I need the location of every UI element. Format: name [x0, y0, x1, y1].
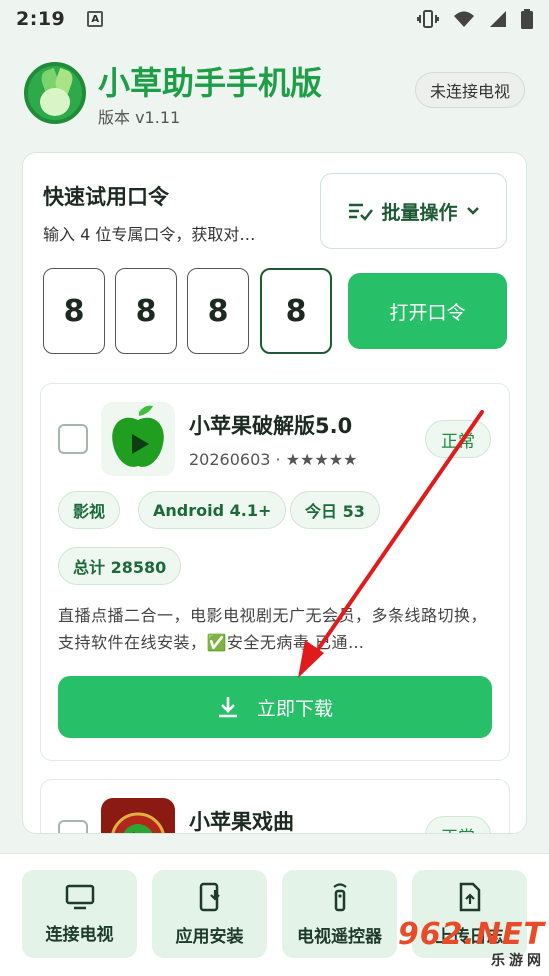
app-date: 20260603 — [189, 450, 271, 469]
signal-icon — [490, 11, 506, 27]
app-install-button[interactable]: 应用安装 — [152, 870, 267, 958]
app-rating-stars: ★★★★★ — [285, 450, 358, 469]
apple-app-icon — [101, 402, 175, 476]
meta-separator: · — [275, 450, 286, 469]
tag-today-count: 今日 53 — [290, 491, 380, 529]
connect-tv-label: 连接电视 — [45, 924, 114, 945]
watermark-site-name: 乐游网 — [491, 953, 545, 969]
opera-app-icon — [101, 798, 175, 833]
app-logo — [24, 62, 86, 124]
download-button[interactable]: 立即下载 — [58, 676, 492, 738]
app-status-badge: 正常 — [425, 816, 491, 833]
tv-icon — [65, 884, 94, 909]
battery-icon — [521, 9, 533, 29]
app-select-checkbox[interactable] — [58, 820, 88, 833]
app-description: 直播点播二合一，电影电视剧无广无会员，多条线路切换，支持软件在线安装，✅安全无病… — [58, 606, 488, 652]
app-install-label: 应用安装 — [175, 926, 244, 947]
status-time: 2:19 — [16, 8, 66, 30]
quick-command-subtitle: 输入 4 位专属口令，获取对… — [43, 225, 256, 244]
app-header: 小草助手手机版 版本 v1.11 未连接电视 — [0, 48, 549, 148]
app-name: 小苹果戏曲 — [189, 810, 294, 834]
download-label: 立即下载 — [256, 697, 333, 720]
connect-tv-button[interactable]: 连接电视 — [22, 870, 137, 958]
watermark-logo-text: 962.NET — [397, 917, 545, 952]
tv-remote-label: 电视遥控器 — [297, 926, 382, 947]
tag-android-version: Android 4.1+ — [138, 491, 287, 529]
notification-a-icon: A — [87, 11, 104, 27]
checklist-icon — [349, 203, 374, 221]
app-version: 版本 v1.11 — [98, 108, 181, 127]
quick-command-title: 快速试用口令 — [43, 185, 169, 209]
code-digit-2[interactable]: 8 — [115, 268, 177, 354]
open-command-button[interactable]: 打开口令 — [348, 273, 507, 349]
phone-install-icon — [199, 882, 220, 911]
site-watermark: 962.NET 乐游网 — [398, 920, 545, 972]
logo-face — [40, 88, 70, 116]
upload-file-icon — [459, 882, 480, 911]
download-icon — [218, 697, 237, 718]
tv-remote-button[interactable]: 电视遥控器 — [282, 870, 397, 958]
code-digit-1[interactable]: 8 — [43, 268, 105, 354]
tag-category: 影视 — [58, 491, 121, 529]
app-status-badge: 正常 — [425, 420, 491, 458]
status-bar: 2:19 A — [0, 0, 549, 38]
app-title: 小草助手手机版 — [98, 64, 323, 102]
batch-operation-label: 批量操作 — [381, 201, 458, 224]
app-select-checkbox[interactable] — [58, 424, 88, 454]
code-digit-3[interactable]: 8 — [187, 268, 249, 354]
batch-operation-button[interactable]: 批量操作 — [320, 173, 507, 249]
remote-icon — [332, 882, 347, 911]
app-meta: 20260603 · ★★★★★ — [189, 450, 357, 469]
tag-total-count: 总计 28580 — [58, 547, 182, 585]
quick-command-card: 快速试用口令 输入 4 位专属口令，获取对… 批量操作 8 8 8 8 打开口令… — [22, 152, 527, 834]
app-name: 小苹果破解版5.0 — [189, 414, 353, 438]
tv-connection-badge[interactable]: 未连接电视 — [414, 72, 525, 108]
app-card: 小苹果破解版5.0 20260603 · ★★★★★ 正常 影视 Android… — [40, 383, 510, 761]
vibrate-icon — [417, 10, 439, 28]
chevron-down-icon — [466, 207, 479, 215]
code-digit-4[interactable]: 8 — [260, 268, 332, 354]
status-icons — [417, 9, 533, 29]
app-card: 小苹果戏曲 正常 — [40, 779, 510, 834]
wifi-icon — [454, 11, 474, 27]
